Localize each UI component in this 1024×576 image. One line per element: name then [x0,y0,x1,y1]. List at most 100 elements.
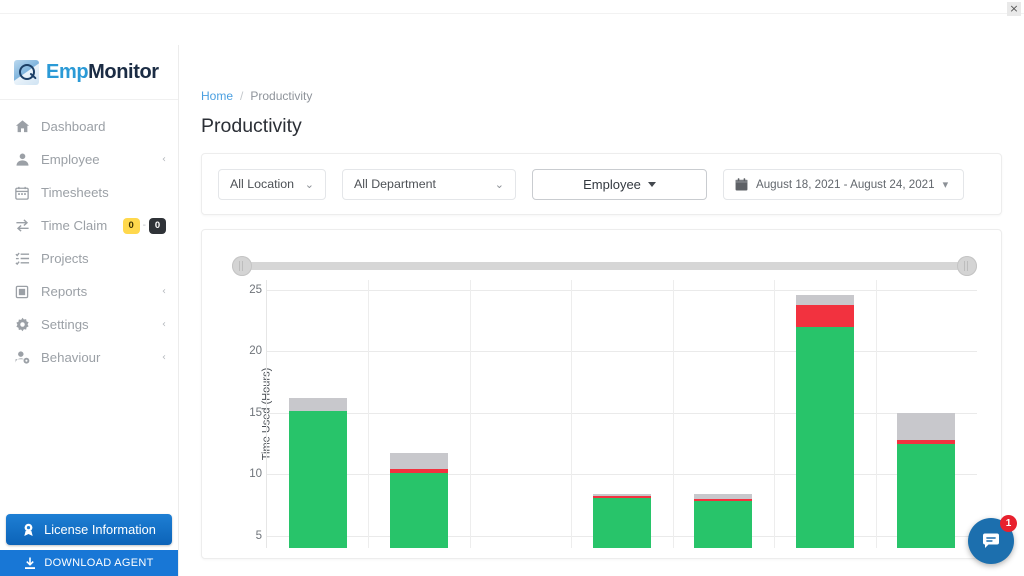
bar-slot [673,280,774,548]
caret-down-icon: ▾ [942,177,949,191]
range-handle-left[interactable] [232,256,252,276]
sidebar-item-timesheets[interactable]: Timesheets [0,176,178,209]
bar-slot [267,280,368,548]
exchange-icon [14,218,30,234]
breadcrumb: Home / Productivity [201,45,1002,103]
range-handle-right[interactable] [957,256,977,276]
employee-dropdown-button[interactable]: Employee [532,168,707,200]
sidebar-item-employee[interactable]: Employee ‹ [0,143,178,176]
close-icon[interactable]: × [1007,2,1021,16]
license-information-button[interactable]: License Information [6,514,172,545]
sidebar-item-label: Time Claim [41,218,108,233]
sidebar-item-reports[interactable]: Reports ‹ [0,275,178,308]
chat-widget-button[interactable]: 1 [968,515,1017,564]
y-axis-tick-label: 10 [249,468,262,481]
download-icon [25,557,36,569]
sidebar-item-behaviour[interactable]: Behaviour ‹ [0,341,178,374]
bar-segment-productive [795,326,854,548]
plot-area [266,280,977,548]
date-range-value: August 18, 2021 - August 24, 2021 [756,177,935,191]
bar-slot [876,280,977,548]
breadcrumb-current: Productivity [250,89,313,103]
award-icon [24,523,33,536]
sidebar-item-time-claim[interactable]: Time Claim 0-0 [0,209,178,242]
stacked-bar[interactable] [795,294,854,548]
badge-separator: - [142,220,146,231]
stacked-bar[interactable] [288,398,347,548]
sidebar-item-label: Projects [41,251,89,266]
license-information-label: License Information [44,522,156,537]
bar-segment-productive [694,501,753,548]
caret-down-icon [647,181,656,187]
productivity-chart: Time Used (Hours) 25 20 15 10 5 [218,280,985,548]
stacked-bar[interactable] [897,413,956,548]
bar-segment-productive [390,472,449,548]
bar-segment-neutral [795,294,854,306]
bar-segment-productive [897,443,956,548]
stacked-bar[interactable] [390,453,449,548]
sidebar-item-label: Behaviour [41,350,101,365]
report-icon [14,284,30,300]
app-root: × EmpMonitor Dashboard Employee ‹ Timesheet… [0,0,1024,576]
brand-suffix: Monitor [88,60,159,83]
chevron-left-icon[interactable]: ‹ [162,319,166,330]
time-claim-badges: 0-0 [122,217,166,234]
location-select-value: All Location [230,177,295,191]
location-select[interactable]: All Location ⌄ [218,168,326,200]
home-icon [14,119,30,135]
department-select-value: All Department [354,177,436,191]
main-content: Home / Productivity Productivity All Loc… [179,45,1024,576]
emp-monitor-logo-icon [14,59,39,85]
sidebar-item-dashboard[interactable]: Dashboard [0,110,178,143]
productivity-chart-card: Time Used (Hours) 25 20 15 10 5 [201,229,1002,559]
sidebar-item-label: Timesheets [41,185,109,200]
breadcrumb-home[interactable]: Home [201,89,233,103]
user-gear-icon [14,350,30,366]
brand-text: EmpMonitor [46,61,159,84]
y-axis-tick-label: 5 [255,529,262,542]
sidebar-item-label: Employee [41,152,100,167]
bar-group [267,280,977,548]
brand-prefix: Emp [46,60,89,83]
brand-logo[interactable]: EmpMonitor [0,45,178,100]
sidebar-nav: Dashboard Employee ‹ Timesheets Time Claim 0-… [0,100,178,514]
sidebar-item-label: Dashboard [41,119,106,134]
sidebar-item-projects[interactable]: Projects [0,242,178,275]
date-range-picker[interactable]: August 18, 2021 - August 24, 2021 ▾ [723,168,964,200]
sidebar-item-label: Settings [41,317,89,332]
y-axis-tick-label: 25 [249,283,262,296]
gear-icon [14,317,30,333]
bar-segment-neutral [288,398,347,411]
chevron-left-icon[interactable]: ‹ [162,352,166,363]
list-check-icon [14,251,30,267]
range-slider-track[interactable] [246,262,963,270]
download-agent-button[interactable]: DOWNLOAD AGENT [0,550,178,576]
employee-dropdown-label: Employee [583,176,641,192]
page-title: Productivity [201,115,302,137]
y-axis-tick-label: 20 [249,345,262,358]
bar-segment-unproductive [795,305,854,327]
department-select[interactable]: All Department ⌄ [342,168,516,200]
calendar-icon [14,185,30,201]
download-agent-label: DOWNLOAD AGENT [44,557,154,569]
bar-segment-productive [592,497,651,548]
stacked-bar[interactable] [694,493,753,548]
stacked-bar[interactable] [592,493,651,548]
bar-segment-productive [288,410,347,548]
chevron-left-icon[interactable]: ‹ [162,154,166,165]
bar-slot [470,280,571,548]
sidebar: EmpMonitor Dashboard Employee ‹ Timesheets T… [0,45,179,576]
sidebar-item-label: Reports [41,284,88,299]
sidebar-item-settings[interactable]: Settings ‹ [0,308,178,341]
browser-top-strip: × [0,0,1024,16]
filter-bar: All Location ⌄ All Department ⌄ Employee… [201,153,1002,215]
y-axis-tick-label: 15 [249,406,262,419]
chevron-left-icon[interactable]: ‹ [162,286,166,297]
chat-bubble-icon [983,533,999,548]
chart-range-slider[interactable] [232,256,977,276]
bar-slot [368,280,469,548]
status-badge: 0 [149,217,166,234]
sidebar-footer: License Information DOWNLOAD AGENT [0,514,178,576]
chevron-down-icon: ⌄ [494,177,504,191]
y-axis-ticks: 25 20 15 10 5 [236,280,262,548]
